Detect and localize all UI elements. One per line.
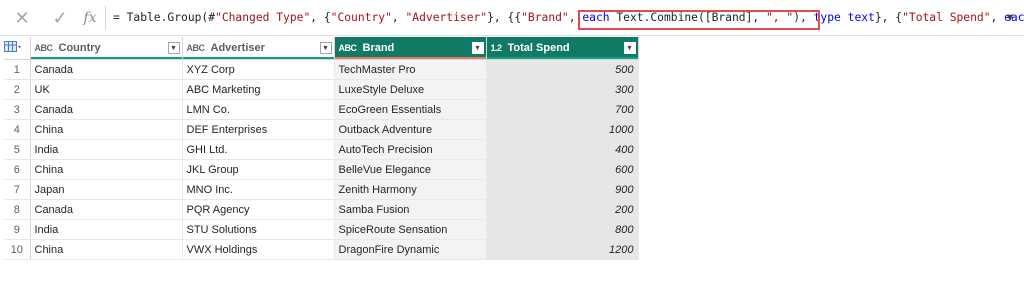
row-number[interactable]: 1 xyxy=(4,59,31,80)
table-row[interactable]: 1 Canada XYZ Corp TechMaster Pro 500 xyxy=(4,59,639,80)
cell-country[interactable]: China xyxy=(30,119,183,140)
formula-bar: ✕ ✓ fx = Table.Group(#"Changed Type", {"… xyxy=(0,0,1024,36)
table-row[interactable]: 2 UK ABC Marketing LuxeStyle Deluxe 300 xyxy=(4,79,639,100)
cell-total-spend[interactable]: 800 xyxy=(486,219,639,240)
fx-icon[interactable]: fx xyxy=(80,8,100,28)
cell-total-spend[interactable]: 600 xyxy=(486,159,639,180)
cell-country[interactable]: Canada xyxy=(30,59,183,80)
column-header-total-spend[interactable]: 1.2 Total Spend ▼ xyxy=(486,37,639,60)
cell-total-spend[interactable]: 500 xyxy=(486,59,639,80)
cell-brand[interactable]: Zenith Harmony xyxy=(334,179,487,200)
cell-brand[interactable]: LuxeStyle Deluxe xyxy=(334,79,487,100)
decimal-type-icon: 1.2 xyxy=(490,43,503,53)
formula-token: "Country" xyxy=(330,11,392,24)
cell-country[interactable]: UK xyxy=(30,79,183,100)
formula-token: , { xyxy=(310,11,331,24)
cell-advertiser[interactable]: PQR Agency xyxy=(182,199,335,220)
formula-token: "Brand" xyxy=(521,11,569,24)
table-row[interactable]: 5 India GHI Ltd. AutoTech Precision 400 xyxy=(4,139,639,160)
row-number[interactable]: 3 xyxy=(4,99,31,120)
cell-advertiser[interactable]: ABC Marketing xyxy=(182,79,335,100)
row-number[interactable]: 5 xyxy=(4,139,31,160)
table-row[interactable]: 10 China VWX Holdings DragonFire Dynamic 120… xyxy=(4,239,639,260)
cell-advertiser[interactable]: LMN Co. xyxy=(182,99,335,120)
row-number[interactable]: 9 xyxy=(4,219,31,240)
formula-token: "Advertiser" xyxy=(405,11,488,24)
cell-total-spend[interactable]: 1200 xyxy=(486,239,639,260)
cell-advertiser[interactable]: VWX Holdings xyxy=(182,239,335,260)
row-number[interactable]: 10 xyxy=(4,239,31,260)
row-number[interactable]: 4 xyxy=(4,119,31,140)
cell-advertiser[interactable]: JKL Group xyxy=(182,159,335,180)
cell-brand[interactable]: Samba Fusion xyxy=(334,199,487,220)
highlight-box xyxy=(578,10,820,30)
table-row[interactable]: 4 China DEF Enterprises Outback Adventure 10… xyxy=(4,119,639,140)
formula-token: }, {{ xyxy=(487,11,522,24)
cell-brand[interactable]: Outback Adventure xyxy=(334,119,487,140)
cell-country[interactable]: India xyxy=(30,219,183,240)
cell-total-spend[interactable]: 700 xyxy=(486,99,639,120)
filter-dropdown-icon[interactable]: ▼ xyxy=(167,42,180,54)
formula-token: = Table.Group(# xyxy=(113,11,216,24)
cell-total-spend[interactable]: 400 xyxy=(486,139,639,160)
cell-brand[interactable]: SpiceRoute Sensation xyxy=(334,219,487,240)
cell-advertiser[interactable]: XYZ Corp xyxy=(182,59,335,80)
table-menu-icon[interactable] xyxy=(4,37,31,60)
cell-country[interactable]: India xyxy=(30,139,183,160)
filter-dropdown-icon[interactable]: ▼ xyxy=(471,42,484,54)
cell-country[interactable]: Canada xyxy=(30,199,183,220)
cell-country[interactable]: China xyxy=(30,159,183,180)
text-type-icon: ABC xyxy=(338,43,358,53)
cell-brand[interactable]: TechMaster Pro xyxy=(334,59,487,80)
row-number[interactable]: 7 xyxy=(4,179,31,200)
row-number[interactable]: 8 xyxy=(4,199,31,220)
table-row[interactable]: 3 Canada LMN Co. EcoGreen Essentials 700 xyxy=(4,99,639,120)
table-row[interactable]: 8 Canada PQR Agency Samba Fusion 200 xyxy=(4,199,639,220)
cell-total-spend[interactable]: 900 xyxy=(486,179,639,200)
column-header-label: Total Spend xyxy=(507,42,570,54)
column-header-brand[interactable]: ABC Brand ▼ xyxy=(334,37,487,60)
filter-dropdown-icon[interactable]: ▼ xyxy=(319,42,332,54)
cell-advertiser[interactable]: GHI Ltd. xyxy=(182,139,335,160)
table-row[interactable]: 9 India STU Solutions SpiceRoute Sensation 8… xyxy=(4,219,639,240)
column-header-label: Brand xyxy=(362,42,395,54)
cell-brand[interactable]: EcoGreen Essentials xyxy=(334,99,487,120)
filter-dropdown-icon[interactable]: ▼ xyxy=(623,42,636,54)
divider xyxy=(105,6,106,30)
formula-token xyxy=(841,11,848,24)
cell-total-spend[interactable]: 1000 xyxy=(486,119,639,140)
table-row[interactable]: 7 Japan MNO Inc. Zenith Harmony 900 xyxy=(4,179,639,200)
text-type-icon: ABC xyxy=(186,43,206,53)
column-header-label: Advertiser xyxy=(210,42,265,54)
cell-brand[interactable]: AutoTech Precision xyxy=(334,139,487,160)
cell-brand[interactable]: BelleVue Elegance xyxy=(334,159,487,180)
column-header-advertiser[interactable]: ABC Advertiser ▼ xyxy=(182,37,335,60)
column-header-label: Country xyxy=(58,42,101,54)
grid-icon xyxy=(4,40,21,52)
row-number[interactable]: 2 xyxy=(4,79,31,100)
formula-token: , xyxy=(391,11,406,24)
cell-country[interactable]: China xyxy=(30,239,183,260)
check-icon[interactable]: ✓ xyxy=(50,8,70,28)
cell-country[interactable]: Canada xyxy=(30,99,183,120)
cell-advertiser[interactable]: DEF Enterprises xyxy=(182,119,335,140)
x-icon[interactable]: ✕ xyxy=(12,8,32,28)
formula-input[interactable]: = Table.Group(#"Changed Type", {"Country… xyxy=(113,0,1024,36)
cell-advertiser[interactable]: MNO Inc. xyxy=(182,179,335,200)
cell-total-spend[interactable]: 300 xyxy=(486,79,639,100)
text-type-icon: ABC xyxy=(34,43,54,53)
table-row[interactable]: 6 China JKL Group BelleVue Elegance 600 xyxy=(4,159,639,180)
data-grid: ABC Country ▼ ABC Advertiser ▼ ABC Brand ▼ 1.2… xyxy=(4,37,639,260)
chevron-down-icon[interactable]: ▼ xyxy=(1000,9,1020,27)
formula-token: }, { xyxy=(874,11,903,24)
cell-total-spend[interactable]: 200 xyxy=(486,199,639,220)
cell-country[interactable]: Japan xyxy=(30,179,183,200)
cell-advertiser[interactable]: STU Solutions xyxy=(182,219,335,240)
formula-token: text xyxy=(847,11,875,24)
formula-token: "Changed Type" xyxy=(215,11,311,24)
cell-brand[interactable]: DragonFire Dynamic xyxy=(334,239,487,260)
row-number[interactable]: 6 xyxy=(4,159,31,180)
formula-token: "Total Spend" xyxy=(902,11,991,24)
column-header-country[interactable]: ABC Country ▼ xyxy=(30,37,183,60)
